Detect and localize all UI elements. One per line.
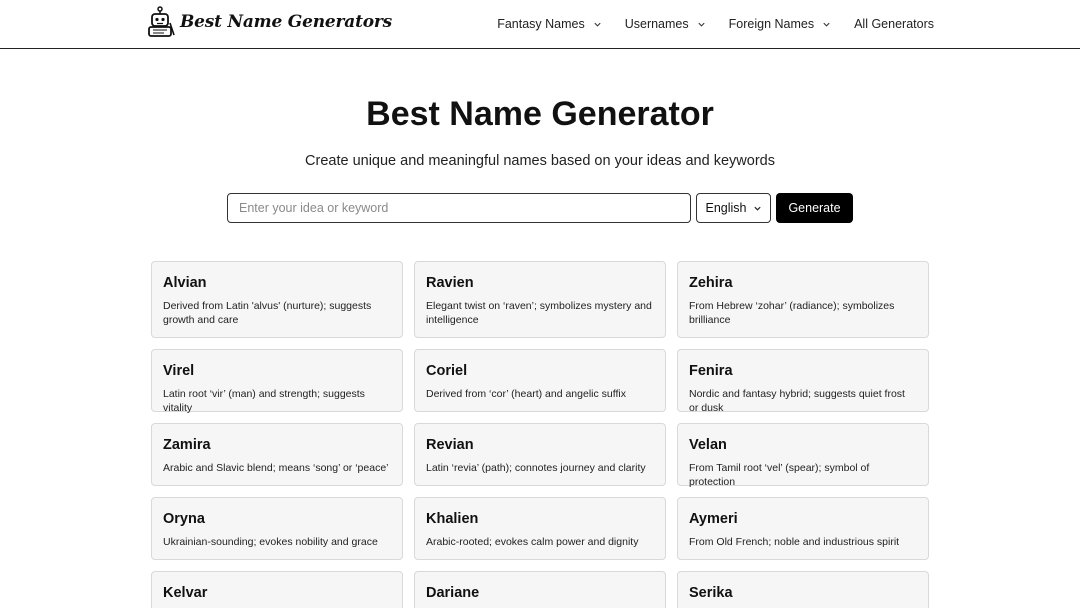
card-description: Latin ‘revia’ (path); connotes journey a… xyxy=(426,462,646,474)
nav-usernames[interactable]: Usernames xyxy=(625,17,706,31)
card-description: Elegant twist on ‘raven’; symbolizes mys… xyxy=(426,300,652,326)
name-card[interactable]: Kelvar xyxy=(151,571,403,608)
nav-label: Usernames xyxy=(624,17,689,31)
site-header: Best Name Generators Fantasy Names Usern… xyxy=(0,0,1080,49)
name-card[interactable]: Zehira From Hebrew ‘zohar’ (radiance); s… xyxy=(677,261,929,338)
chevron-down-icon xyxy=(594,22,601,27)
card-description: Derived from Latin 'alvus' (nurture); su… xyxy=(163,300,372,326)
results-grid: Alvian Derived from Latin 'alvus' (nurtu… xyxy=(151,261,929,608)
card-description: From Tamil root ‘vel’ (spear); symbol of… xyxy=(689,462,870,488)
card-name: Alvian xyxy=(163,275,207,291)
card-description: Ukrainian-sounding; evokes nobility and … xyxy=(163,536,378,548)
card-description: From Old French; noble and industrious s… xyxy=(689,536,900,548)
nav-foreign-names[interactable]: Foreign Names xyxy=(729,17,831,31)
card-description: Derived from ‘cor’ (heart) and angelic s… xyxy=(426,388,626,400)
name-card[interactable]: Serika xyxy=(677,571,929,608)
name-card[interactable]: Coriel Derived from ‘cor’ (heart) and an… xyxy=(414,349,666,412)
generate-button[interactable]: Generate xyxy=(776,193,853,223)
card-name: Fenira xyxy=(689,363,733,379)
nav-label: Foreign Names xyxy=(728,17,815,31)
page-title: Best Name Generator xyxy=(366,95,714,133)
card-description: Latin root ‘vir’ (man) and strength; sug… xyxy=(163,388,365,414)
name-card[interactable]: Khalien Arabic-rooted; evokes calm power… xyxy=(414,497,666,560)
card-name: Virel xyxy=(163,363,195,379)
main-nav: Fantasy Names Usernames Foreign Names Al… xyxy=(474,0,934,48)
card-name: Kelvar xyxy=(163,585,208,601)
brand-logo[interactable]: Best Name Generators xyxy=(146,5,392,39)
page-subtitle: Create unique and meaningful names based… xyxy=(305,153,775,169)
nav-label: All Generators xyxy=(854,17,934,31)
language-select[interactable]: English xyxy=(696,193,771,223)
language-value: English xyxy=(705,201,747,215)
chevron-down-icon xyxy=(753,206,761,211)
name-card[interactable]: Dariane xyxy=(414,571,666,608)
name-card[interactable]: Ravien Elegant twist on ‘raven’; symboli… xyxy=(414,261,666,338)
nav-label: Fantasy Names xyxy=(497,17,585,31)
card-description: Arabic and Slavic blend; means ‘song’ or… xyxy=(163,462,389,474)
name-card[interactable]: Revian Latin ‘revia’ (path); connotes jo… xyxy=(414,423,666,486)
card-name: Aymeri xyxy=(689,511,738,527)
card-name: Zehira xyxy=(689,275,733,291)
nav-all-generators[interactable]: All Generators xyxy=(854,17,934,31)
card-name: Revian xyxy=(426,437,474,453)
name-card[interactable]: Zamira Arabic and Slavic blend; means ‘s… xyxy=(151,423,403,486)
name-card[interactable]: Oryna Ukrainian-sounding; evokes nobilit… xyxy=(151,497,403,560)
card-name: Oryna xyxy=(163,511,205,527)
card-name: Dariane xyxy=(426,585,480,601)
card-description: From Hebrew ‘zohar’ (radiance); symboliz… xyxy=(689,300,895,326)
chevron-down-icon xyxy=(823,22,830,27)
name-card[interactable]: Velan From Tamil root ‘vel’ (spear); sym… xyxy=(677,423,929,488)
name-card[interactable]: Aymeri From Old French; noble and indust… xyxy=(677,497,929,560)
name-card[interactable]: Virel Latin root ‘vir’ (man) and strengt… xyxy=(151,349,403,414)
card-description: Nordic and fantasy hybrid; suggests quie… xyxy=(689,388,905,414)
card-name: Coriel xyxy=(426,363,468,379)
chevron-down-icon xyxy=(698,22,705,27)
nav-fantasy-names[interactable]: Fantasy Names xyxy=(497,17,602,31)
card-name: Zamira xyxy=(163,437,211,453)
card-name: Ravien xyxy=(426,275,474,291)
card-name: Khalien xyxy=(426,511,479,527)
card-name: Velan xyxy=(689,437,727,453)
robot-writer-icon xyxy=(148,6,175,37)
name-card[interactable]: Alvian Derived from Latin 'alvus' (nurtu… xyxy=(151,261,403,338)
card-name: Serika xyxy=(689,585,733,601)
brand-name: Best Name Generators xyxy=(180,12,393,32)
keyword-input[interactable] xyxy=(227,193,691,223)
name-card[interactable]: Fenira Nordic and fantasy hybrid; sugges… xyxy=(677,349,929,414)
card-description: Arabic-rooted; evokes calm power and dig… xyxy=(426,536,639,548)
